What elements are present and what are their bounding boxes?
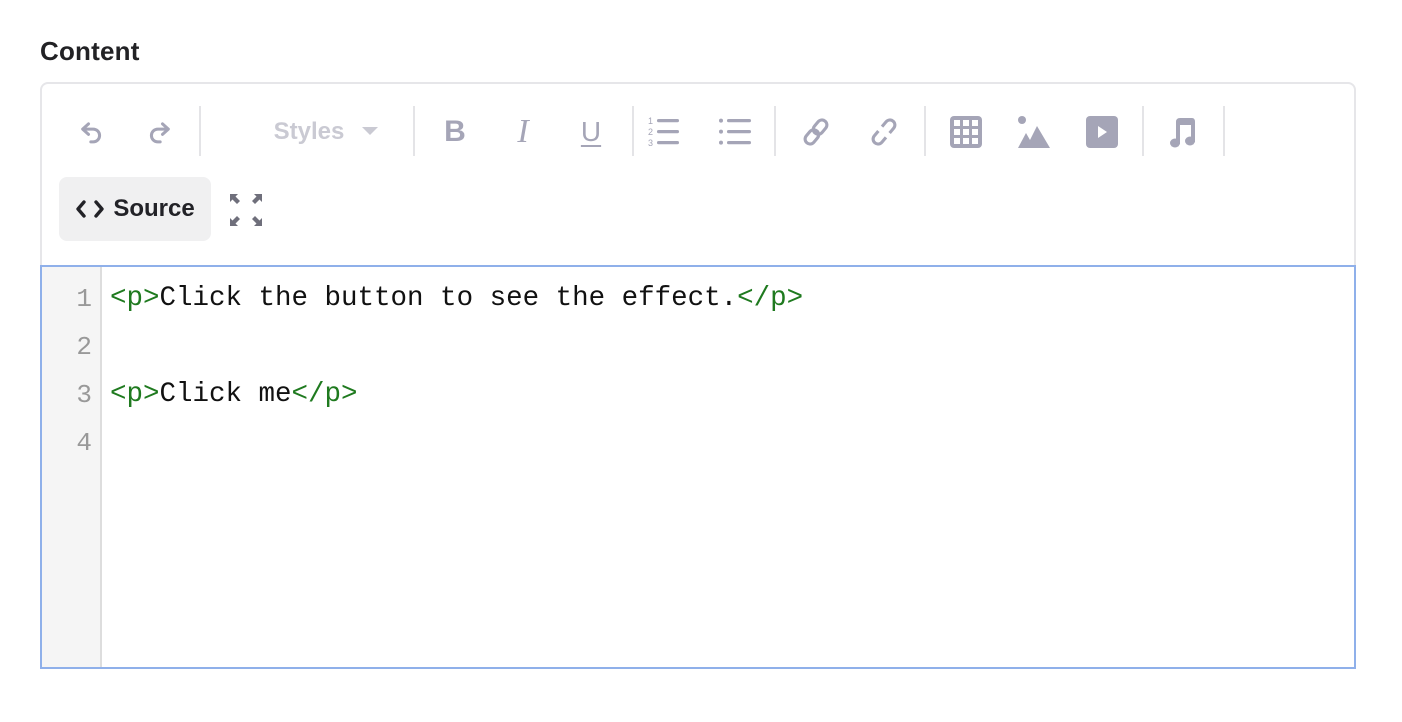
underline-button[interactable]: U bbox=[571, 110, 611, 154]
field-label: Content bbox=[40, 36, 140, 66]
unlink-icon bbox=[871, 118, 897, 146]
source-button-label: Source bbox=[113, 195, 195, 222]
underline-icon: U bbox=[580, 116, 602, 147]
line-number: 4 bbox=[76, 428, 92, 458]
toolbar-separator bbox=[1223, 106, 1225, 156]
toolbar-separator bbox=[199, 106, 201, 156]
styles-dropdown-label: Styles bbox=[273, 118, 345, 145]
line-number-gutter: 1 2 3 4 bbox=[42, 267, 102, 667]
bullet-list-button[interactable] bbox=[714, 110, 758, 154]
redo-button[interactable] bbox=[139, 112, 179, 152]
insert-link-button[interactable] bbox=[794, 110, 838, 154]
toolbar-separator bbox=[632, 106, 634, 156]
toolbar-separator bbox=[1142, 106, 1144, 156]
undo-button[interactable] bbox=[72, 112, 112, 152]
fullscreen-button[interactable] bbox=[225, 189, 267, 231]
html-close-tag: </p> bbox=[737, 283, 804, 314]
undo-icon bbox=[81, 122, 102, 144]
line-number: 2 bbox=[76, 332, 92, 362]
table-icon bbox=[950, 116, 982, 148]
link-icon bbox=[803, 118, 829, 146]
svg-text:2: 2 bbox=[648, 127, 653, 137]
code-icon bbox=[76, 200, 105, 218]
line-number: 3 bbox=[76, 380, 92, 410]
styles-dropdown[interactable]: Styles bbox=[238, 110, 414, 154]
bold-button[interactable]: B bbox=[435, 110, 475, 154]
html-close-tag: </p> bbox=[291, 379, 358, 410]
editor-toolbar: Styles B I U 1 2 3 Source bbox=[42, 84, 1354, 266]
code-text: Click the button to see the effect. bbox=[159, 283, 738, 314]
toolbar-separator bbox=[924, 106, 926, 156]
line-number: 1 bbox=[76, 284, 92, 314]
video-icon bbox=[1086, 116, 1118, 148]
rich-text-editor: Styles B I U 1 2 3 Source 1 2 3 4 <p>Cli… bbox=[40, 82, 1356, 669]
image-icon bbox=[1018, 116, 1050, 148]
italic-button[interactable]: I bbox=[503, 110, 543, 154]
insert-video-button[interactable] bbox=[1080, 110, 1124, 154]
insert-table-button[interactable] bbox=[944, 110, 988, 154]
remove-link-button[interactable] bbox=[862, 110, 906, 154]
toolbar-separator bbox=[774, 106, 776, 156]
source-toggle-button[interactable]: Source bbox=[59, 177, 211, 241]
svg-text:3: 3 bbox=[648, 138, 653, 148]
italic-icon: I bbox=[517, 113, 529, 150]
html-open-tag: <p> bbox=[110, 379, 160, 410]
music-note-icon bbox=[1170, 118, 1195, 148]
bold-icon: B bbox=[444, 115, 466, 148]
expand-icon bbox=[230, 194, 262, 226]
code-text: Click me bbox=[159, 379, 292, 410]
chevron-down-icon bbox=[362, 127, 379, 135]
code-line[interactable]: <p>Click the button to see the effect.</… bbox=[110, 283, 803, 314]
insert-audio-button[interactable] bbox=[1161, 110, 1205, 154]
insert-image-button[interactable] bbox=[1012, 110, 1056, 154]
html-open-tag: <p> bbox=[110, 283, 160, 314]
bullet-list-icon bbox=[719, 118, 751, 145]
redo-icon bbox=[149, 122, 170, 144]
source-code-editor[interactable]: 1 2 3 4 <p>Click the button to see the e… bbox=[40, 265, 1356, 669]
toolbar-separator bbox=[413, 106, 415, 156]
numbered-list-button[interactable]: 1 2 3 bbox=[644, 110, 688, 154]
numbered-list-icon: 1 2 3 bbox=[648, 116, 679, 148]
code-line[interactable]: <p>Click me</p> bbox=[110, 379, 358, 410]
svg-text:1: 1 bbox=[648, 116, 653, 126]
